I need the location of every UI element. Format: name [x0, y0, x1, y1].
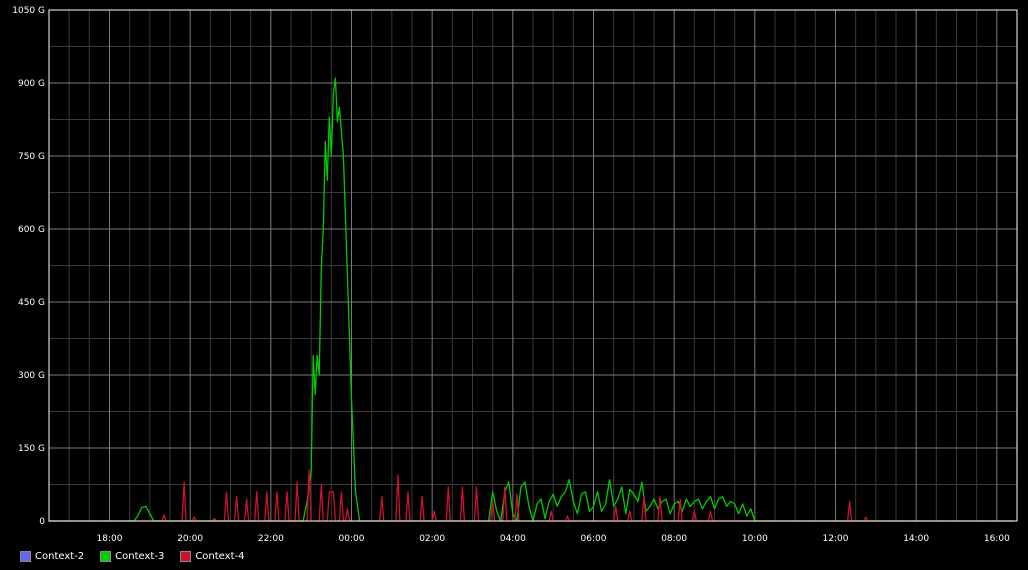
y-tick-label: 300 G	[18, 371, 45, 381]
y-tick-label: 150 G	[18, 444, 45, 454]
legend-swatch-context-4	[180, 551, 192, 562]
x-tick-label: 04:00	[500, 534, 526, 544]
chart-canvas: 0 150 G 300 G 450 G 600 G 750 G 900 G 1050 G 18…	[0, 0, 1028, 570]
legend-item-context-3[interactable]: Context-3	[100, 551, 164, 562]
legend: Context-2 Context-3 Context-4	[20, 551, 244, 562]
x-tick-label: 12:00	[823, 534, 849, 544]
x-tick-label: 06:00	[581, 534, 607, 544]
legend-item-context-2[interactable]: Context-2	[20, 551, 84, 562]
x-tick-label: 22:00	[258, 534, 284, 544]
x-tick-label: 18:00	[97, 534, 123, 544]
legend-label-context-3: Context-3	[115, 551, 165, 562]
x-tick-label: 08:00	[661, 534, 687, 544]
legend-label-context-4: Context-4	[195, 551, 245, 562]
x-tick-label: 20:00	[177, 534, 203, 544]
y-tick-label: 0	[39, 517, 45, 527]
legend-swatch-context-2	[20, 551, 31, 562]
y-tick-label: 1050 G	[12, 6, 45, 16]
x-tick-label: 02:00	[419, 534, 445, 544]
y-tick-label: 450 G	[18, 298, 45, 308]
legend-swatch-context-3	[100, 551, 112, 562]
x-tick-label: 14:00	[903, 534, 929, 544]
y-tick-label: 600 G	[18, 225, 45, 235]
legend-item-context-4[interactable]: Context-4	[180, 551, 244, 562]
x-tick-label: 00:00	[339, 534, 365, 544]
x-tick-label: 16:00	[984, 534, 1010, 544]
x-tick-label: 10:00	[742, 534, 768, 544]
legend-label-context-2: Context-2	[35, 551, 85, 562]
y-tick-label: 900 G	[18, 79, 45, 89]
y-tick-label: 750 G	[18, 152, 45, 162]
